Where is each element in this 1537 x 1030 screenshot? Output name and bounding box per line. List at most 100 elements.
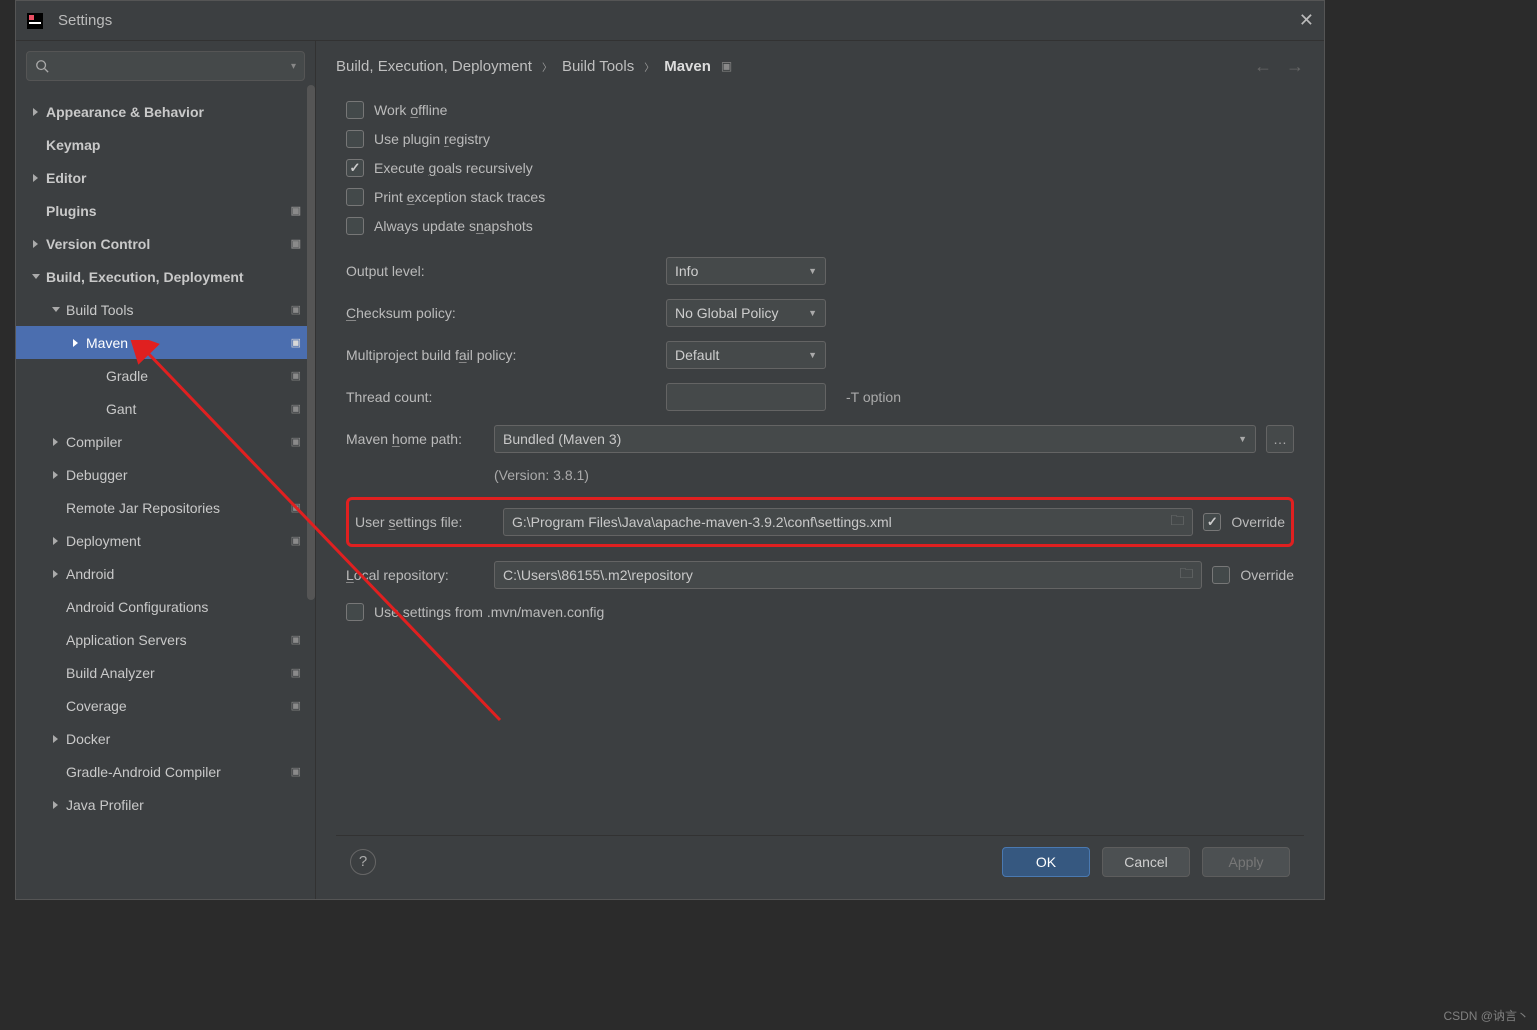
scrollbar[interactable]	[307, 85, 315, 600]
work-offline-row: Work offline	[346, 101, 1294, 119]
nav-back-icon[interactable]: ←	[1254, 56, 1272, 77]
close-icon[interactable]: ✕	[1299, 10, 1314, 31]
local-repo-label: Local repository:	[346, 567, 484, 583]
cancel-button[interactable]: Cancel	[1102, 847, 1190, 877]
chevron-right-icon	[50, 469, 62, 481]
chevron-right-icon: 〉	[644, 59, 654, 74]
thread-count-label: Thread count:	[346, 389, 656, 405]
dialog-footer: ? OK Cancel Apply	[336, 835, 1304, 887]
chevron-down-icon	[30, 271, 42, 283]
chevron-right-icon	[50, 568, 62, 580]
breadcrumb-current: Maven	[664, 58, 711, 75]
tree-compiler[interactable]: Compiler▣	[16, 425, 315, 458]
tree-gradle[interactable]: Gradle▣	[16, 359, 315, 392]
folder-icon[interactable]: 🗀	[1179, 563, 1193, 587]
search-field[interactable]	[49, 59, 291, 74]
folder-icon[interactable]: 🗀	[1170, 510, 1184, 534]
breadcrumb-item[interactable]: Build, Execution, Deployment	[336, 58, 532, 75]
thread-hint: -T option	[846, 389, 901, 405]
highlighted-section: User settings file: 🗀 Override	[346, 497, 1294, 547]
print-exception-row: Print exception stack traces	[346, 188, 1294, 206]
project-icon: ▣	[291, 666, 307, 679]
maven-home-select[interactable]: Bundled (Maven 3)▼	[494, 425, 1256, 453]
project-icon: ▣	[291, 237, 307, 250]
tree-plugins[interactable]: Plugins▣	[16, 194, 315, 227]
output-level-row: Output level: Info▼	[346, 257, 1294, 285]
tree-build-analyzer[interactable]: Build Analyzer▣	[16, 656, 315, 689]
breadcrumb-nav: ← →	[1254, 56, 1304, 77]
chevron-right-icon	[30, 106, 42, 118]
maven-version: (Version: 3.8.1)	[494, 467, 1294, 483]
tree-build-execution-deployment[interactable]: Build, Execution, Deployment	[16, 260, 315, 293]
use-settings-from-row: Use settings from .mvn/maven.config	[346, 603, 1294, 621]
browse-button[interactable]: …	[1266, 425, 1294, 453]
tree-maven[interactable]: Maven▣	[16, 326, 315, 359]
tree-android[interactable]: Android	[16, 557, 315, 590]
tree-version-control[interactable]: Version Control▣	[16, 227, 315, 260]
tree-debugger[interactable]: Debugger	[16, 458, 315, 491]
tree-gradle-android-compiler[interactable]: Gradle-Android Compiler▣	[16, 755, 315, 788]
tree-application-servers[interactable]: Application Servers▣	[16, 623, 315, 656]
tree-remote-jar[interactable]: Remote Jar Repositories▣	[16, 491, 315, 524]
project-icon: ▣	[291, 435, 307, 448]
tree-docker[interactable]: Docker	[16, 722, 315, 755]
use-plugin-registry-label: Use plugin registry	[374, 131, 490, 147]
caret-down-icon: ▼	[1238, 434, 1247, 444]
chevron-right-icon	[70, 337, 82, 349]
user-settings-input[interactable]: 🗀	[503, 508, 1193, 536]
maven-form: Work offline Use plugin registry Execute…	[336, 91, 1304, 632]
multiproject-label: Multiproject build fail policy:	[346, 347, 656, 363]
multiproject-row: Multiproject build fail policy: Default▼	[346, 341, 1294, 369]
project-icon: ▣	[721, 59, 732, 73]
help-button[interactable]: ?	[350, 849, 376, 875]
tree-android-configurations[interactable]: Android Configurations	[16, 590, 315, 623]
settings-tree[interactable]: Appearance & Behavior Keymap Editor Plug…	[16, 91, 315, 899]
nav-forward-icon[interactable]: →	[1286, 56, 1304, 77]
tree-appearance[interactable]: Appearance & Behavior	[16, 95, 315, 128]
work-offline-label: Work offline	[374, 102, 447, 118]
project-icon: ▣	[291, 204, 307, 217]
tree-coverage[interactable]: Coverage▣	[16, 689, 315, 722]
user-settings-override-checkbox[interactable]	[1203, 513, 1221, 531]
always-update-checkbox[interactable]	[346, 217, 364, 235]
work-offline-checkbox[interactable]	[346, 101, 364, 119]
local-repo-input[interactable]: 🗀	[494, 561, 1202, 589]
ok-button[interactable]: OK	[1002, 847, 1090, 877]
multiproject-select[interactable]: Default▼	[666, 341, 826, 369]
use-plugin-registry-checkbox[interactable]	[346, 130, 364, 148]
app-logo-icon	[26, 12, 44, 30]
use-settings-from-checkbox[interactable]	[346, 603, 364, 621]
tree-java-profiler[interactable]: Java Profiler	[16, 788, 315, 821]
override-label: Override	[1240, 567, 1294, 583]
chevron-right-icon	[50, 436, 62, 448]
execute-goals-checkbox[interactable]	[346, 159, 364, 177]
search-input[interactable]: ▾	[26, 51, 305, 81]
use-settings-from-label: Use settings from .mvn/maven.config	[374, 604, 604, 620]
apply-button[interactable]: Apply	[1202, 847, 1290, 877]
breadcrumb-item[interactable]: Build Tools	[562, 58, 634, 75]
always-update-row: Always update snapshots	[346, 217, 1294, 235]
project-icon: ▣	[291, 534, 307, 547]
tree-deployment[interactable]: Deployment▣	[16, 524, 315, 557]
watermark: CSDN @讷言丶	[1443, 1007, 1529, 1024]
thread-count-input[interactable]	[666, 383, 826, 411]
thread-count-row: Thread count: -T option	[346, 383, 1294, 411]
tree-gant[interactable]: Gant▣	[16, 392, 315, 425]
override-label: Override	[1231, 514, 1285, 530]
main-panel: Build, Execution, Deployment 〉 Build Too…	[316, 41, 1324, 899]
maven-home-row: Maven home path: Bundled (Maven 3)▼ …	[346, 425, 1294, 453]
tree-keymap[interactable]: Keymap	[16, 128, 315, 161]
chevron-right-icon	[50, 535, 62, 547]
print-exception-checkbox[interactable]	[346, 188, 364, 206]
tree-build-tools[interactable]: Build Tools▣	[16, 293, 315, 326]
project-icon: ▣	[291, 402, 307, 415]
caret-down-icon: ▼	[808, 308, 817, 318]
tree-editor[interactable]: Editor	[16, 161, 315, 194]
project-icon: ▣	[291, 699, 307, 712]
checksum-row: Checksum policy: No Global Policy▼	[346, 299, 1294, 327]
output-level-select[interactable]: Info▼	[666, 257, 826, 285]
local-repo-override-checkbox[interactable]	[1212, 566, 1230, 584]
use-plugin-registry-row: Use plugin registry	[346, 130, 1294, 148]
project-icon: ▣	[291, 633, 307, 646]
checksum-select[interactable]: No Global Policy▼	[666, 299, 826, 327]
